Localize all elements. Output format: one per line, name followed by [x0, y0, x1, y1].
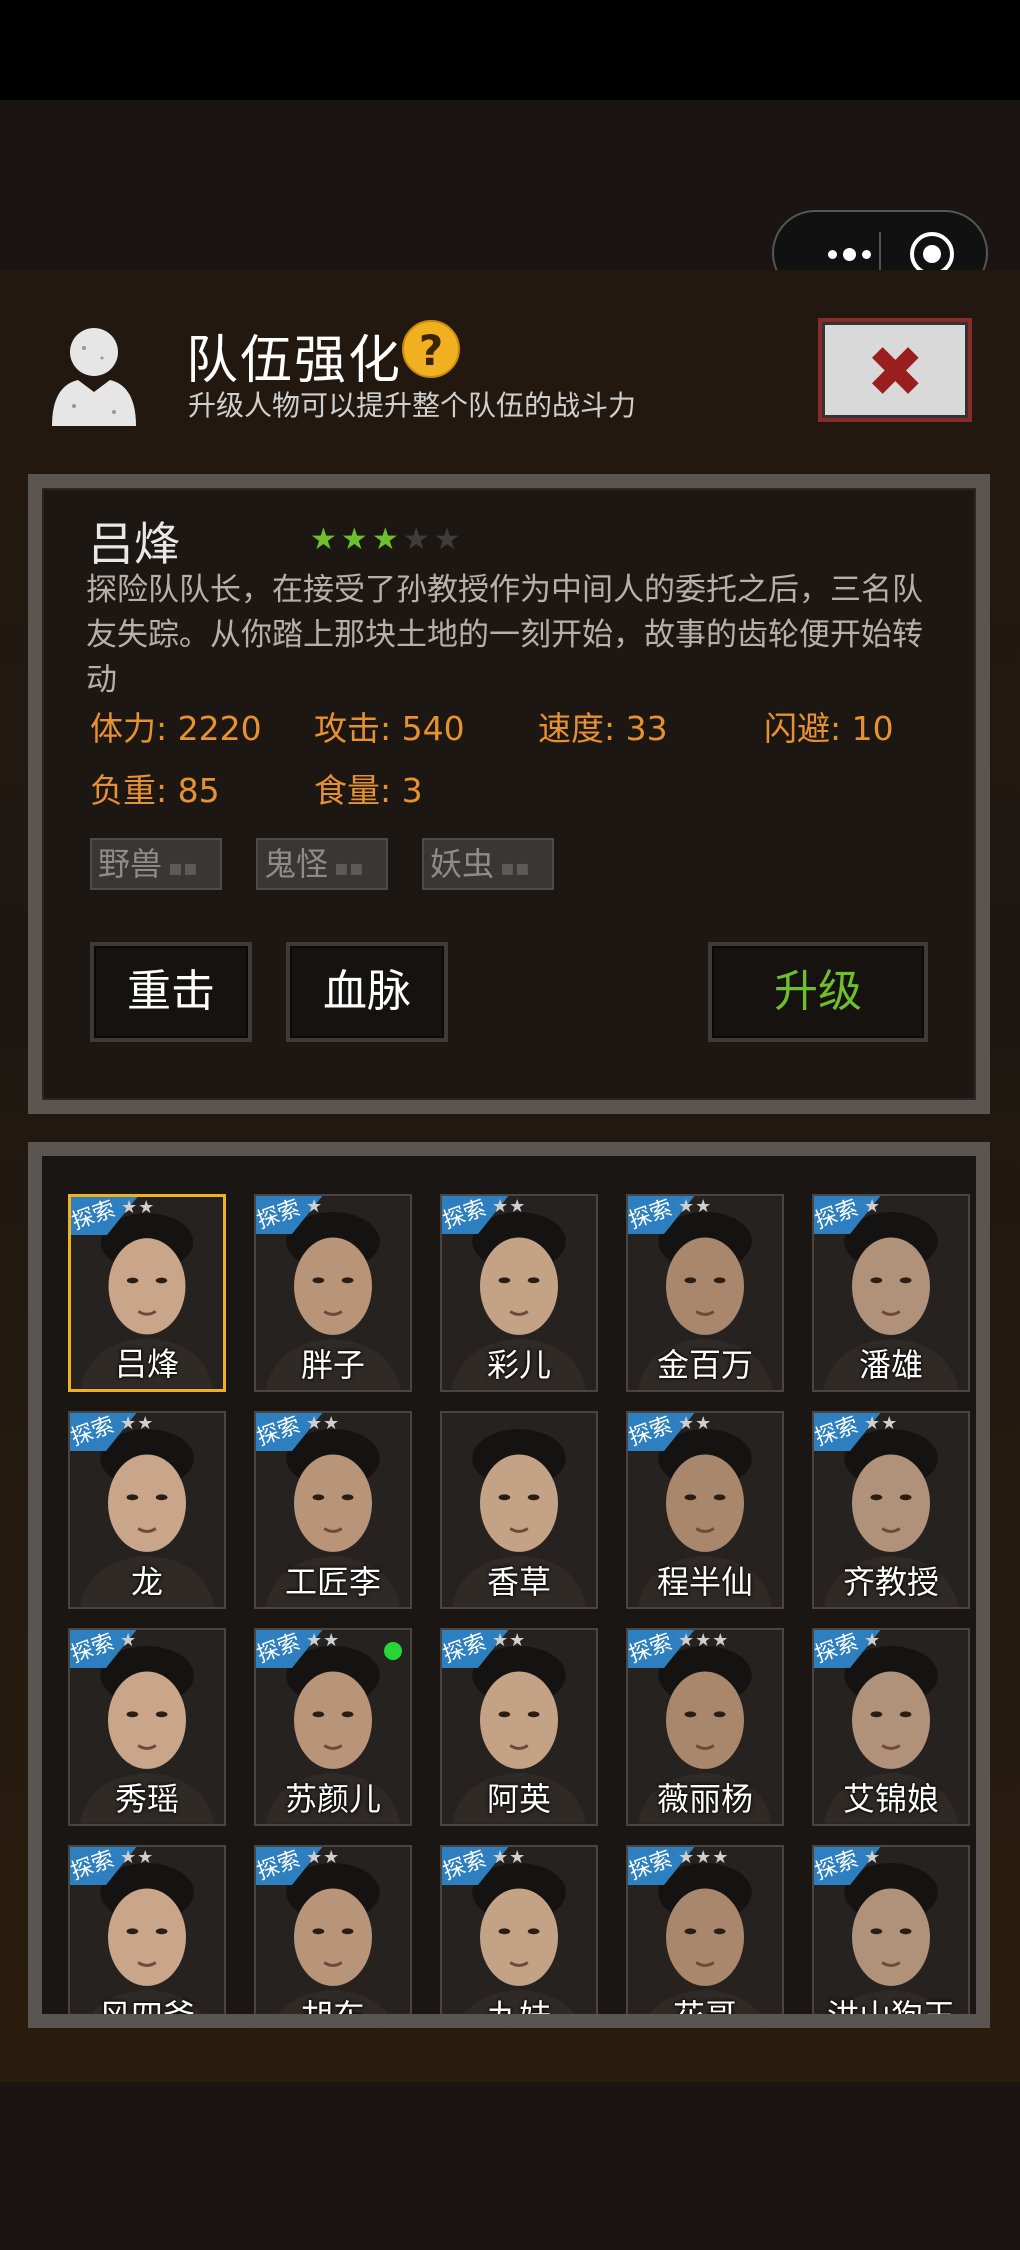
- roster-card[interactable]: 探索 ★★★ 薇丽杨: [626, 1628, 784, 1826]
- card-stars: ★★: [492, 1847, 527, 1868]
- roster-card[interactable]: 探索 ★★ 龙: [68, 1411, 226, 1609]
- card-name: 龙: [130, 1563, 163, 1601]
- card-stars: ★★: [678, 1413, 713, 1434]
- card-name: 艾锦娘: [842, 1780, 939, 1818]
- character-roster[interactable]: 探索 ★★ 吕烽 探索 ★ 胖子 探索 ★★ 彩儿 探索 ★★ 金百万 探索 ★ 潘雄 探索 ★★ 龙探索 ★★ 工匠…: [28, 1142, 990, 2028]
- card-name: 风四爷: [98, 1997, 195, 2028]
- close-icon: ✖: [866, 331, 925, 413]
- stat-stamina: 体力: 2220: [90, 709, 262, 748]
- roster-card[interactable]: 探索 ★★ 风四爷: [68, 1845, 226, 2028]
- page-subtitle: 升级人物可以提升整个队伍的战斗力: [188, 389, 637, 422]
- tag-beast: 野兽 ▪▪: [90, 838, 222, 890]
- card-stars: ★★: [120, 1413, 155, 1434]
- card-name: 苏颜儿: [284, 1780, 381, 1818]
- tag-insect: 妖虫 ▪▪: [422, 838, 554, 890]
- card-stars: ★★: [121, 1197, 156, 1218]
- page-title: 队伍强化: [186, 331, 403, 391]
- roster-card[interactable]: 探索 ★★ 九妹: [440, 1845, 598, 2028]
- card-stars: ★★: [120, 1847, 155, 1868]
- roster-card[interactable]: 探索 ★★★ 花哥: [626, 1845, 784, 2028]
- card-stars: ★: [864, 1630, 882, 1651]
- card-stars: ★: [306, 1196, 324, 1217]
- star-icon: ★: [402, 522, 430, 557]
- upgrade-button[interactable]: 升级: [708, 942, 928, 1042]
- bottom-area: [0, 2082, 1020, 2250]
- skill-bloodline-button[interactable]: 血脉: [286, 942, 448, 1042]
- card-stars: ★★: [306, 1413, 341, 1434]
- stat-dodge: 闪避: 10: [764, 709, 894, 748]
- card-name: 彩儿: [486, 1346, 551, 1384]
- star-icon: ★: [340, 522, 368, 557]
- roster-card[interactable]: 探索 ★ 秀瑶: [68, 1628, 226, 1826]
- card-name: 胡东: [300, 1997, 365, 2028]
- card-name: 洪山狗王: [826, 1997, 955, 2028]
- card-name: 胖子: [300, 1346, 365, 1384]
- roster-card[interactable]: 探索 ★★ 程半仙: [626, 1411, 784, 1609]
- card-stars: ★★★: [678, 1847, 730, 1868]
- card-stars: ★★: [678, 1196, 713, 1217]
- card-stars: ★★★: [678, 1630, 730, 1651]
- card-name: 九妹: [486, 1997, 551, 2028]
- card-name: 阿英: [486, 1780, 551, 1818]
- card-name: 吕烽: [114, 1345, 179, 1383]
- card-name: 齐教授: [842, 1563, 939, 1601]
- stat-attack: 攻击: 540: [314, 709, 465, 748]
- stat-load: 负重: 85: [90, 771, 220, 810]
- roster-card[interactable]: 探索 ★ 艾锦娘: [812, 1628, 970, 1826]
- roster-card[interactable]: 探索 ★ 胖子: [254, 1194, 412, 1392]
- character-description: 探险队队长，在接受了孙教授作为中间人的委托之后，三名队友失踪。从你踏上那块土地的…: [86, 572, 923, 698]
- roster-card[interactable]: 探索 ★★ 胡东: [254, 1845, 412, 2028]
- star-icon: ★: [433, 522, 461, 557]
- character-name: 吕烽: [88, 517, 180, 571]
- star-icon: ★: [310, 522, 337, 557]
- stat-food: 食量: 3: [314, 771, 423, 810]
- card-name: 秀瑶: [114, 1780, 179, 1818]
- roster-card[interactable]: 探索 ★ 洪山狗王: [812, 1845, 970, 2028]
- stat-speed: 速度: 33: [538, 709, 668, 748]
- card-stars: ★: [864, 1196, 882, 1217]
- roster-card[interactable]: 探索 ★★ 工匠李: [254, 1411, 412, 1609]
- card-name: 花哥: [672, 1997, 737, 2028]
- card-stars: ★★: [864, 1413, 899, 1434]
- online-indicator: [384, 1642, 402, 1660]
- card-stars: ★: [864, 1847, 882, 1868]
- card-stars: ★★: [306, 1847, 341, 1868]
- card-stars: ★★: [306, 1630, 341, 1651]
- roster-card[interactable]: 探索 ★★ 苏颜儿: [254, 1628, 412, 1826]
- tag-ghost: 鬼怪 ▪▪: [256, 838, 388, 890]
- roster-card[interactable]: 探索 ★★ 阿英: [440, 1628, 598, 1826]
- roster-card[interactable]: 探索 ★★ 吕烽: [68, 1194, 226, 1392]
- character-star-rating: ★ ★ ★ ★ ★: [310, 524, 461, 556]
- close-button[interactable]: ✖: [818, 318, 972, 422]
- roster-card[interactable]: 探索 ★★ 齐教授: [812, 1411, 970, 1609]
- status-bar: [0, 0, 1020, 100]
- roster-card[interactable]: 探索 ★★ 金百万: [626, 1194, 784, 1392]
- roster-card[interactable]: 探索 ★★ 彩儿: [440, 1194, 598, 1392]
- star-icon: ★: [371, 522, 399, 557]
- card-name: 薇丽杨: [656, 1780, 753, 1818]
- help-icon[interactable]: ?: [402, 320, 460, 378]
- card-name: 潘雄: [858, 1346, 923, 1384]
- roster-card[interactable]: 香草: [440, 1411, 598, 1609]
- card-stars: ★★: [492, 1196, 527, 1217]
- card-name: 金百万: [656, 1346, 753, 1384]
- roster-card[interactable]: 探索 ★ 潘雄: [812, 1194, 970, 1392]
- avatar-silhouette-icon: [52, 328, 136, 426]
- card-name: 香草: [486, 1563, 551, 1601]
- card-stars: ★★: [492, 1630, 527, 1651]
- card-stars: ★: [120, 1630, 138, 1651]
- skill-heavy-strike-button[interactable]: 重击: [90, 942, 252, 1042]
- card-name: 工匠李: [284, 1563, 381, 1601]
- card-name: 程半仙: [656, 1563, 753, 1601]
